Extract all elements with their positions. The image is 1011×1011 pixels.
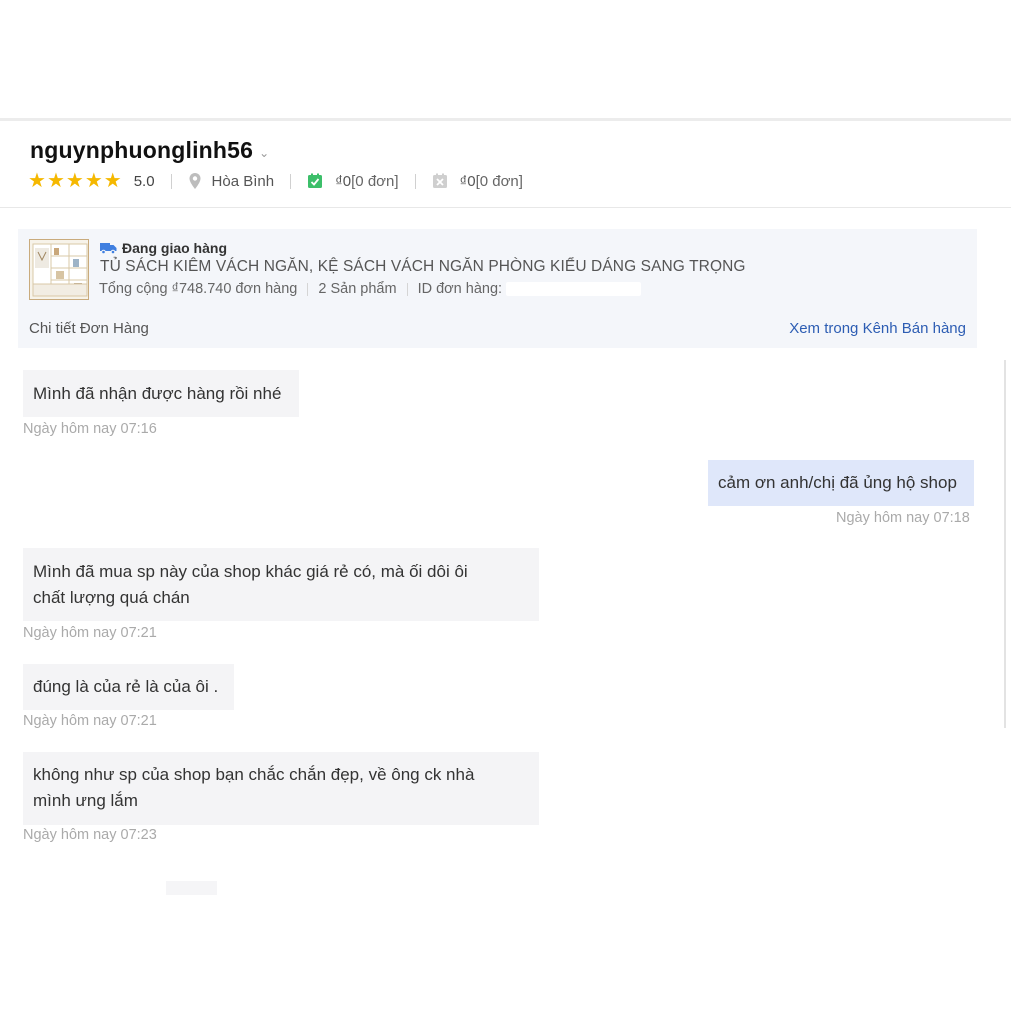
divider bbox=[307, 282, 309, 296]
star-icon: ★ bbox=[28, 170, 46, 192]
order-detail-link[interactable]: Chi tiết Đơn Hàng bbox=[29, 320, 149, 337]
chevron-down-icon[interactable]: ⌄ bbox=[259, 146, 269, 160]
message-text: Mình đã nhận được hàng rồi nhé bbox=[33, 384, 282, 403]
product-thumbnail[interactable] bbox=[29, 239, 89, 300]
message-bubble: Mình đã nhận được hàng rồi nhé bbox=[23, 370, 299, 417]
username-row[interactable]: nguynphuonglinh56 ⌄ bbox=[30, 137, 269, 164]
message-text-line: Mình đã mua sp này của shop khác giá rẻ … bbox=[33, 562, 468, 581]
star-icon: ★ bbox=[65, 170, 84, 192]
order-total: Tổng cộng ₫748.740 đơn hàng bbox=[99, 281, 298, 297]
divider bbox=[290, 173, 292, 189]
completed-count: [0 đơn] bbox=[351, 172, 399, 190]
message-text: cảm ơn anh/chị đã ủng hộ shop bbox=[718, 473, 957, 492]
order-meta: Tổng cộng ₫748.740 đơn hàng 2 Sản phẩm I… bbox=[99, 281, 642, 297]
message-timestamp: Ngày hôm nay 07:21 bbox=[23, 713, 157, 729]
message-timestamp: Ngày hôm nay 07:16 bbox=[23, 421, 157, 437]
completed-amount: ₫0 bbox=[335, 172, 352, 190]
x-box-icon bbox=[432, 173, 447, 188]
truck-icon bbox=[100, 243, 117, 254]
message-timestamp: Ngày hôm nay 07:21 bbox=[23, 625, 157, 641]
order-card[interactable]: Đang giao hàng TỦ SÁCH KIÊM VÁCH NGĂN, K… bbox=[18, 229, 977, 348]
message-bubble: cảm ơn anh/chị đã ủng hộ shop bbox=[708, 460, 974, 506]
location-text: Hòa Bình bbox=[211, 172, 275, 190]
partial-bubble bbox=[166, 881, 217, 895]
cancelled-count: [0 đơn] bbox=[475, 172, 523, 190]
divider bbox=[414, 173, 416, 189]
order-status-label: Đang giao hàng bbox=[122, 240, 227, 256]
top-blank-area bbox=[0, 0, 1011, 118]
map-pin-icon bbox=[189, 173, 201, 189]
star-icon: ★ bbox=[103, 170, 122, 192]
message-text-line: không như sp của shop bạn chắc chắn đẹp,… bbox=[33, 765, 475, 784]
product-title[interactable]: TỦ SÁCH KIÊM VÁCH NGĂN, KỆ SÁCH VÁCH NGĂ… bbox=[100, 258, 746, 276]
message-text-line: mình ưng lắm bbox=[33, 791, 138, 810]
star-icon: ★ bbox=[46, 170, 65, 192]
star-icon: ★ bbox=[84, 170, 103, 192]
message-bubble: không như sp của shop bạn chắc chắn đẹp,… bbox=[23, 752, 539, 825]
cancelled-amount: ₫0 bbox=[459, 172, 476, 190]
order-id-label: ID đơn hàng: bbox=[417, 281, 503, 297]
message-bubble: đúng là của rẻ là của ôi . bbox=[23, 664, 234, 710]
check-box-icon bbox=[308, 173, 323, 188]
divider bbox=[406, 282, 408, 296]
redacted-order-id bbox=[506, 282, 642, 296]
seller-channel-link[interactable]: Xem trong Kênh Bán hàng bbox=[789, 320, 966, 337]
rating-stars: ★ ★ ★ ★ ★ bbox=[28, 171, 122, 191]
message-timestamp: Ngày hôm nay 07:18 bbox=[836, 510, 970, 526]
divider bbox=[170, 173, 172, 189]
scrollbar[interactable] bbox=[1004, 360, 1006, 728]
order-status: Đang giao hàng bbox=[100, 240, 227, 256]
buyer-username[interactable]: nguynphuonglinh56 bbox=[30, 137, 253, 164]
product-count: 2 Sản phẩm bbox=[318, 281, 397, 297]
message-timestamp: Ngày hôm nay 07:23 bbox=[23, 827, 157, 843]
message-bubble: Mình đã mua sp này của shop khác giá rẻ … bbox=[23, 548, 539, 621]
rating-value: 5.0 bbox=[133, 172, 155, 190]
buyer-stats: ★ ★ ★ ★ ★ 5.0 Hòa Bình ₫0 [0 đơn] ₫0 [0 … bbox=[28, 170, 523, 192]
message-text-line: chất lượng quá chán bbox=[33, 588, 190, 607]
buyer-header: nguynphuonglinh56 ⌄ ★ ★ ★ ★ ★ 5.0 Hòa Bì… bbox=[0, 121, 1011, 208]
message-text: đúng là của rẻ là của ôi . bbox=[33, 677, 219, 696]
